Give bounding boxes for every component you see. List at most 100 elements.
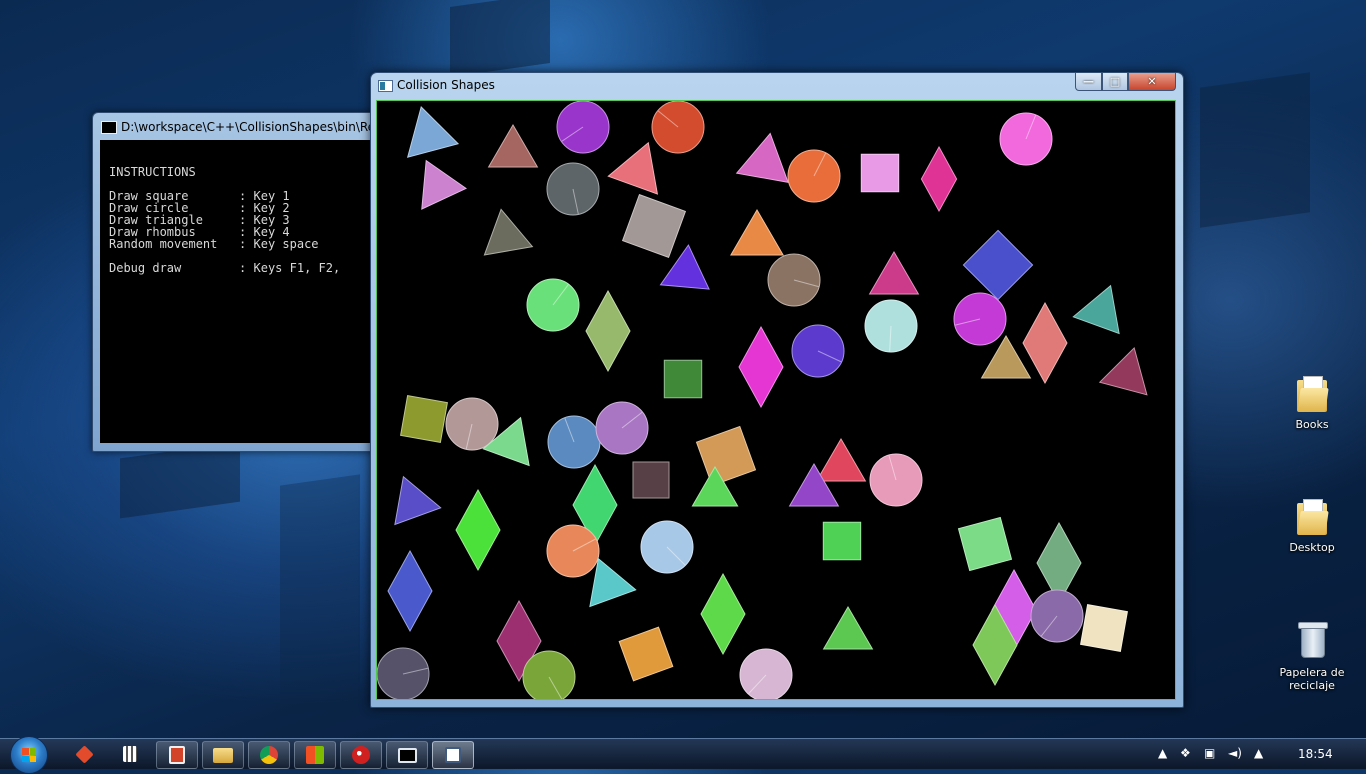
chrome-icon (260, 746, 278, 764)
maximize-button[interactable]: □ (1102, 73, 1128, 91)
folder-icon (1297, 376, 1329, 412)
dropbox-tray-icon[interactable]: ❖ (1180, 746, 1191, 760)
wallpaper-cube (1200, 72, 1310, 228)
rhombus-shape (1022, 301, 1068, 385)
wallpaper-cube (120, 441, 240, 519)
triangle-shape (815, 438, 867, 482)
taskbar-collision-shapes-button[interactable] (432, 741, 474, 769)
console-line: Debug draw : Keys F1, F2, (109, 261, 341, 275)
taskbar-chrome-button[interactable] (248, 741, 290, 769)
triangle-shape (607, 141, 659, 195)
window-title: Collision Shapes (397, 78, 495, 92)
circle-shape (376, 647, 430, 701)
circle-shape (547, 415, 601, 469)
triangle-shape (394, 475, 442, 526)
app-window-icon (378, 80, 393, 92)
show-hidden-icons-button[interactable]: ▲ (1158, 746, 1167, 760)
close-button[interactable]: ✕ (1128, 73, 1176, 91)
network-tray-icon[interactable]: ▣ (1204, 746, 1215, 760)
square-shape (621, 193, 687, 259)
volume-tray-icon[interactable]: ◄) (1228, 746, 1242, 760)
maximize-icon: □ (1109, 75, 1121, 88)
console-window[interactable]: D:\workspace\C++\CollisionShapes\bin\Rel… (92, 112, 399, 452)
rhombus-shape (920, 145, 958, 213)
console-icon (397, 747, 417, 763)
desktop-icon-label: reciclaje (1289, 679, 1335, 692)
chevron-up-icon: ▲ (1158, 746, 1168, 760)
square-shape (632, 461, 670, 499)
explorer-icon (213, 747, 233, 763)
console-line: INSTRUCTIONS (109, 165, 196, 179)
triangle-shape (483, 208, 534, 256)
paint-icon (352, 746, 370, 764)
circle-shape (546, 524, 600, 578)
circle-shape (640, 520, 694, 574)
rhombus-shape (738, 325, 784, 409)
collision-shapes-window[interactable]: Collision Shapes — □ ✕ (370, 72, 1184, 708)
desktop-icon-desktop[interactable]: Desktop (1277, 499, 1347, 554)
triangle-shape (1072, 284, 1120, 335)
taskbar-clock[interactable]: 18:54 (1298, 747, 1333, 761)
close-icon: ✕ (1147, 75, 1157, 88)
minimize-icon: — (1083, 75, 1094, 88)
wallpaper-cube (280, 474, 360, 716)
console-title-bar[interactable]: D:\workspace\C++\CollisionShapes\bin\Rel… (93, 113, 399, 139)
shapes-canvas[interactable] (376, 100, 1176, 704)
taskbar: ▲ ❖ ▣ ◄) ▲ 18:54 (0, 736, 1366, 774)
square-shape (400, 395, 448, 443)
recycle-bin-icon (1298, 622, 1328, 658)
circle-shape (526, 278, 580, 332)
circle-shape (522, 650, 576, 704)
circle-shape (651, 100, 705, 154)
drive-tray-icon[interactable]: ▲ (1254, 746, 1263, 760)
wallpaper-cube (450, 0, 550, 78)
taskbar-console-button[interactable] (386, 741, 428, 769)
taskbar-paint-button[interactable] (340, 741, 382, 769)
circle-shape (787, 149, 841, 203)
taskbar-git-button[interactable] (64, 741, 104, 767)
circle-shape (1030, 589, 1084, 643)
circle-shape (739, 648, 793, 702)
square-shape (822, 521, 862, 561)
console-output[interactable]: INSTRUCTIONS Draw square : Key 1 Draw ci… (100, 140, 383, 443)
taskbar-presentation-button[interactable] (156, 741, 198, 769)
git-icon (74, 744, 94, 764)
triangle-shape (730, 209, 784, 256)
console-title: D:\workspace\C++\CollisionShapes\bin\Rel… (121, 120, 400, 134)
triangle-shape (822, 606, 874, 650)
triangle-shape (868, 251, 920, 295)
console-line: Random movement : Key space (109, 237, 319, 251)
square-shape (860, 153, 900, 193)
rhombus-shape (700, 572, 746, 656)
square-shape (957, 516, 1013, 572)
desktop-icon-books[interactable]: Books (1277, 376, 1347, 431)
minimize-button[interactable]: — (1075, 73, 1102, 91)
taskbar-windows-apps-button[interactable] (294, 741, 336, 769)
triangle-shape (406, 106, 460, 158)
rhombus-shape (387, 549, 433, 633)
circle-shape (864, 299, 918, 353)
calculator-icon (123, 746, 137, 762)
circle-shape (546, 162, 600, 216)
shapes-layer (376, 100, 1148, 704)
triangle-shape (487, 124, 539, 168)
circle-shape (595, 401, 649, 455)
windows-logo-icon (22, 748, 36, 762)
circle-shape (791, 324, 845, 378)
square-shape (1080, 604, 1128, 652)
rhombus-shape (455, 488, 501, 572)
console-window-icon (101, 121, 117, 134)
taskbar-explorer-button[interactable] (202, 741, 244, 769)
taskbar-calculator-button[interactable] (110, 741, 150, 767)
circle-shape (556, 100, 610, 154)
window-controls: — □ ✕ (1075, 73, 1176, 91)
presentation-icon (169, 746, 185, 764)
rhombus-shape (585, 289, 631, 373)
triangle-shape (421, 159, 467, 210)
desktop-icon-label: Books (1295, 418, 1329, 431)
circle-shape (953, 292, 1007, 346)
desktop-icon-recycle-bin[interactable]: Papelera de reciclaje (1277, 622, 1347, 692)
desktop-icon-label: Papelera de (1279, 666, 1345, 679)
circle-shape (869, 453, 923, 507)
start-button[interactable] (10, 736, 48, 774)
